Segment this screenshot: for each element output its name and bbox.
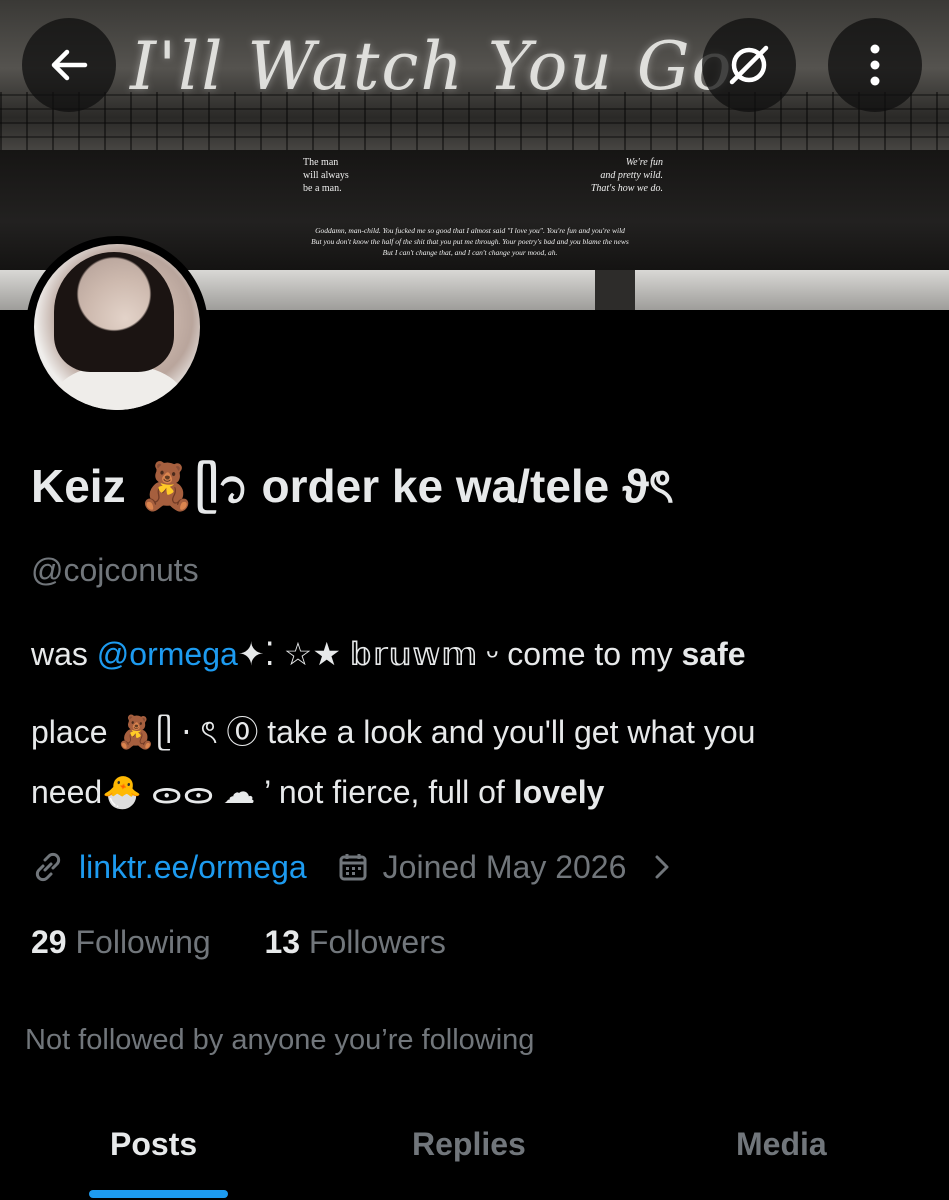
banner-lyrics: Goddamn, man-child. You fucked me so goo…	[311, 226, 629, 257]
followed-by-text: Not followed by anyone you’re following	[25, 1024, 535, 1056]
bio-line-2: place 🧸ᥫ ⋅ ৎ ⓪ take a look and you'll ge…	[31, 714, 756, 750]
calendar-icon	[339, 854, 367, 881]
followers-count: 13	[264, 924, 301, 960]
follow-stats: 29 Following 13 Followers	[31, 924, 446, 961]
profile-bio: was @ormega✦⁚ ☆★ 𝕓𝕣𝕦𝕨𝕞 ᵕ come to my safe…	[31, 624, 921, 822]
display-name: Keiz 🧸ᥫ᭡ order ke wa/tele ϑৎ	[31, 460, 674, 512]
banner-text-right: We're fun and pretty wild. That's how we…	[590, 157, 663, 194]
arrow-left-icon	[51, 49, 88, 81]
profile-meta: linktr.ee/ormega Joined May 2026	[31, 846, 672, 888]
more-options-button[interactable]	[828, 18, 922, 112]
joined-date: Joined May 2026	[382, 848, 627, 885]
tab-posts[interactable]: Posts	[110, 1126, 197, 1163]
bio-line-3: need🐣 ᯣᯣ ☁︎ ’ not fierce, full of lovely	[31, 774, 605, 810]
following-count: 29	[31, 924, 67, 960]
banner-title: I'll Watch You Go	[130, 28, 734, 105]
tab-media[interactable]: Media	[736, 1126, 827, 1163]
profile-website-link[interactable]: linktr.ee/ormega	[79, 849, 307, 886]
user-handle: @cojconuts	[31, 552, 199, 588]
active-tab-indicator	[89, 1190, 228, 1198]
following-label: Following	[75, 924, 211, 960]
tab-replies[interactable]: Replies	[412, 1126, 526, 1163]
avatar[interactable]	[26, 236, 208, 418]
bio-line-1: was @ormega✦⁚ ☆★ 𝕓𝕣𝕦𝕨𝕞 ᵕ come to my safe	[31, 636, 746, 672]
hide-banner-button[interactable]	[702, 18, 796, 112]
eye-slash-icon	[729, 45, 769, 85]
back-button[interactable]	[22, 18, 116, 112]
chevron-right-icon[interactable]	[652, 852, 672, 882]
followers-link[interactable]: 13 Followers	[264, 924, 445, 960]
avatar-photo	[34, 244, 200, 410]
banner-pillar	[595, 270, 635, 310]
following-link[interactable]: 29 Following	[31, 924, 211, 960]
followers-label: Followers	[308, 924, 446, 960]
banner-text-left: The man will always be a man.	[303, 157, 349, 194]
link-icon	[35, 852, 61, 882]
profile-tabs: Posts Replies Media	[0, 1100, 949, 1200]
bio-mention-link[interactable]: @ormega	[97, 636, 238, 672]
vertical-dots-icon	[870, 44, 880, 86]
